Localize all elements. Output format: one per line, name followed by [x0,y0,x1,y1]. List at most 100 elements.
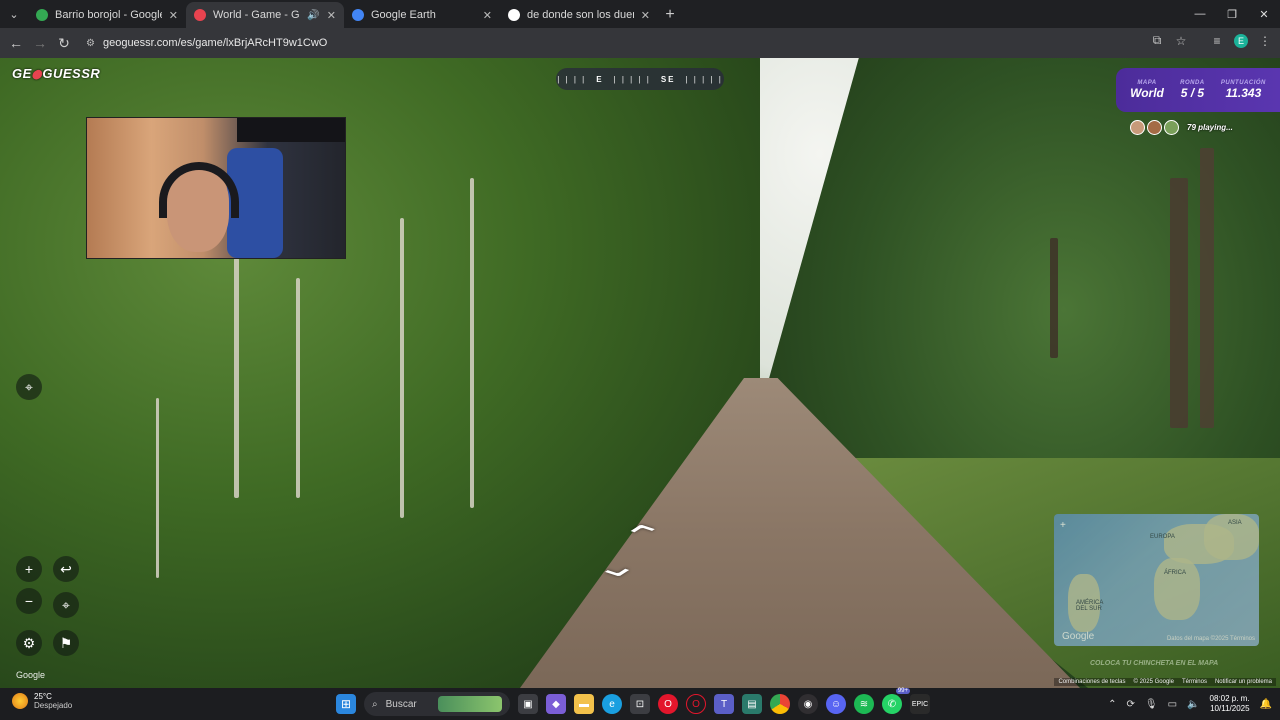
bookmark-star-icon[interactable]: ☆ [1174,34,1188,48]
close-tab-icon[interactable]: ✕ [327,9,336,22]
address-bar[interactable]: ⚙ geoguessr.com/es/game/lxBrjARcHT9w1CwO [86,32,1206,54]
tab-geoguessr[interactable]: World - Game - GeoGuessr 🔊 ✕ [186,2,344,28]
install-app-icon[interactable]: ⧉ [1150,33,1164,48]
google-logo: Google [1062,631,1095,642]
tab-google-earth[interactable]: Google Earth ✕ [344,2,500,28]
start-windows-icon[interactable]: ⊞ [336,694,356,714]
edge-icon[interactable]: e [602,694,622,714]
avatar [1130,120,1145,135]
game-status-panel: MAPA World RONDA 5 / 5 PUNTUACIÓN 11.343 [1116,68,1280,112]
landmass [1154,558,1200,620]
store-icon[interactable]: ⊡ [630,694,650,714]
weather-widget[interactable]: 25°C Despejado [12,692,72,710]
media-control-icon[interactable]: ≡ [1210,34,1224,48]
flag-icon[interactable]: ⚑ [53,630,79,656]
chrome-icon[interactable] [770,694,790,714]
browser-tab-strip: ⌄ Barrio borojol - Google Maps ✕ World -… [0,0,1280,28]
tv [237,118,345,142]
show-hidden-icons-chevron-icon[interactable]: ⌃ [1108,699,1116,710]
task-view-icon[interactable]: ▣ [518,694,538,714]
site-info-icon[interactable]: ⚙ [86,38,95,49]
network-icon[interactable]: ▭ [1168,699,1177,710]
restore-icon[interactable]: ❐ [1216,0,1248,28]
taskbar-apps: ⊞ ⌕ Buscar ▣ ◆ ▬ e ⊡ O O T ▤ ◉ ☺ ≋ ✆ 99+ … [336,688,930,716]
zoom-out-button[interactable]: − [16,588,42,614]
zoom-in-button[interactable]: + [16,556,42,582]
birch-trunk [400,218,404,518]
logo-pin-icon: ⬤ [31,69,43,79]
copilot-icon[interactable]: ◆ [546,694,566,714]
map-footer: Combinaciones de teclas © 2025 Google Té… [1054,678,1276,686]
teams-icon[interactable]: T [714,694,734,714]
map-stat: MAPA World [1130,80,1164,100]
pine-trunk [1200,148,1214,428]
map-attribution: Datos del mapa ©2025 Términos [1166,636,1255,642]
report-problem-link[interactable]: Notificar un problema [1215,679,1272,685]
compass-southeast: SE [660,74,676,84]
terms-link[interactable]: Términos [1182,679,1207,685]
compass-bar: | | | | E | | | | | SE | | | | | [556,68,724,90]
reload-icon[interactable]: ↻ [52,35,76,52]
geoguessr-logo[interactable]: GE⬤GUESSR [12,66,100,81]
sync-icon[interactable]: ⟳ [1127,699,1135,710]
tab-title: Google Earth [371,9,436,21]
close-tab-icon[interactable]: ✕ [169,9,178,22]
pine-trunk [1170,178,1188,428]
score-stat: PUNTUACIÓN 11.343 [1220,80,1266,100]
undo-move-icon[interactable]: ↩ [53,556,79,582]
guess-minimap[interactable]: EUROPA ASIA ÁFRICA AMÉRICA DEL SUR + Goo… [1054,514,1259,646]
checkpoint-pin-icon[interactable]: ⌖ [53,592,79,618]
opera-icon[interactable]: O [658,694,678,714]
taskbar-search[interactable]: ⌕ Buscar [364,692,510,716]
obs-icon[interactable]: ◉ [798,694,818,714]
players-online[interactable]: 79 playing... [1130,120,1233,135]
speaker-icon[interactable]: 🔊 [307,10,319,21]
map-zoom-in-icon[interactable]: + [1060,520,1066,531]
weather-sun-icon [12,693,28,709]
street-view-panorama[interactable]: ⌃ ⌃ GE⬤GUESSR | | | | E | | | | | SE | |… [0,58,1280,688]
place-pin-hint: COLOCA TU CHINCHETA EN EL MAPA [1090,660,1219,667]
opera-gx-icon[interactable]: O [686,694,706,714]
whatsapp-icon[interactable]: ✆ 99+ [882,688,910,714]
settings-gear-icon[interactable]: ⚙ [16,630,42,656]
file-explorer-icon[interactable]: ▬ [574,694,594,714]
map-label: ASIA [1228,520,1242,526]
keyboard-shortcuts-link[interactable]: Combinaciones de teclas [1058,679,1125,685]
browser-toolbar: ← → ↻ ⚙ geoguessr.com/es/game/lxBrjARcHT… [0,28,1280,58]
volume-icon[interactable]: 🔈 [1187,699,1199,710]
microphone-icon[interactable]: 🎙 [1145,699,1158,710]
geoguessr-favicon-icon [194,9,206,21]
url-text: geoguessr.com/es/game/lxBrjARcHT9w1CwO [102,37,328,49]
close-tab-icon[interactable]: ✕ [483,9,492,22]
search-highlight-image [438,696,502,712]
return-to-start-pin-icon[interactable]: ⌖ [16,374,42,400]
windows-taskbar: 25°C Despejado ⊞ ⌕ Buscar ▣ ◆ ▬ e ⊡ O O … [0,688,1280,720]
avatar [1147,120,1162,135]
clock[interactable]: 08:02 p. m. 10/11/2025 [1210,694,1250,714]
epic-games-icon[interactable]: EPIC [910,694,930,714]
birch-trunk [156,398,159,578]
map-label: ÁFRICA [1164,570,1187,576]
tab-search-duendes[interactable]: de donde son los duendes - Bu ✕ [500,2,658,28]
spotify-icon[interactable]: ≋ [854,694,874,714]
tab-google-maps[interactable]: Barrio borojol - Google Maps ✕ [28,2,186,28]
map-label: EUROPA [1150,534,1175,540]
tab-search-icon[interactable]: ⌄ [0,0,28,28]
new-tab-button[interactable]: + [658,2,682,28]
back-icon[interactable]: ← [4,35,28,51]
close-window-icon[interactable]: ✕ [1248,0,1280,28]
map-label: AMÉRICA DEL SUR [1076,600,1104,612]
birch-trunk [296,278,300,498]
profile-avatar[interactable]: E [1234,33,1248,48]
window-controls: — ❐ ✕ [1184,0,1280,28]
kebab-menu-icon[interactable]: ⋮ [1258,34,1272,48]
copyright-text: © 2025 Google [1133,679,1174,685]
forward-icon[interactable]: → [28,35,52,51]
close-tab-icon[interactable]: ✕ [641,9,650,22]
screen-capture-icon[interactable]: ▤ [742,694,762,714]
notifications-bell-icon[interactable]: 🔔 [1260,699,1272,710]
minimize-icon[interactable]: — [1184,0,1216,28]
tab-title: Barrio borojol - Google Maps [55,9,162,21]
discord-icon[interactable]: ☺ [826,694,846,714]
toolbar-actions: ⧉ ☆ ≡ E ⋮ [1150,33,1272,48]
